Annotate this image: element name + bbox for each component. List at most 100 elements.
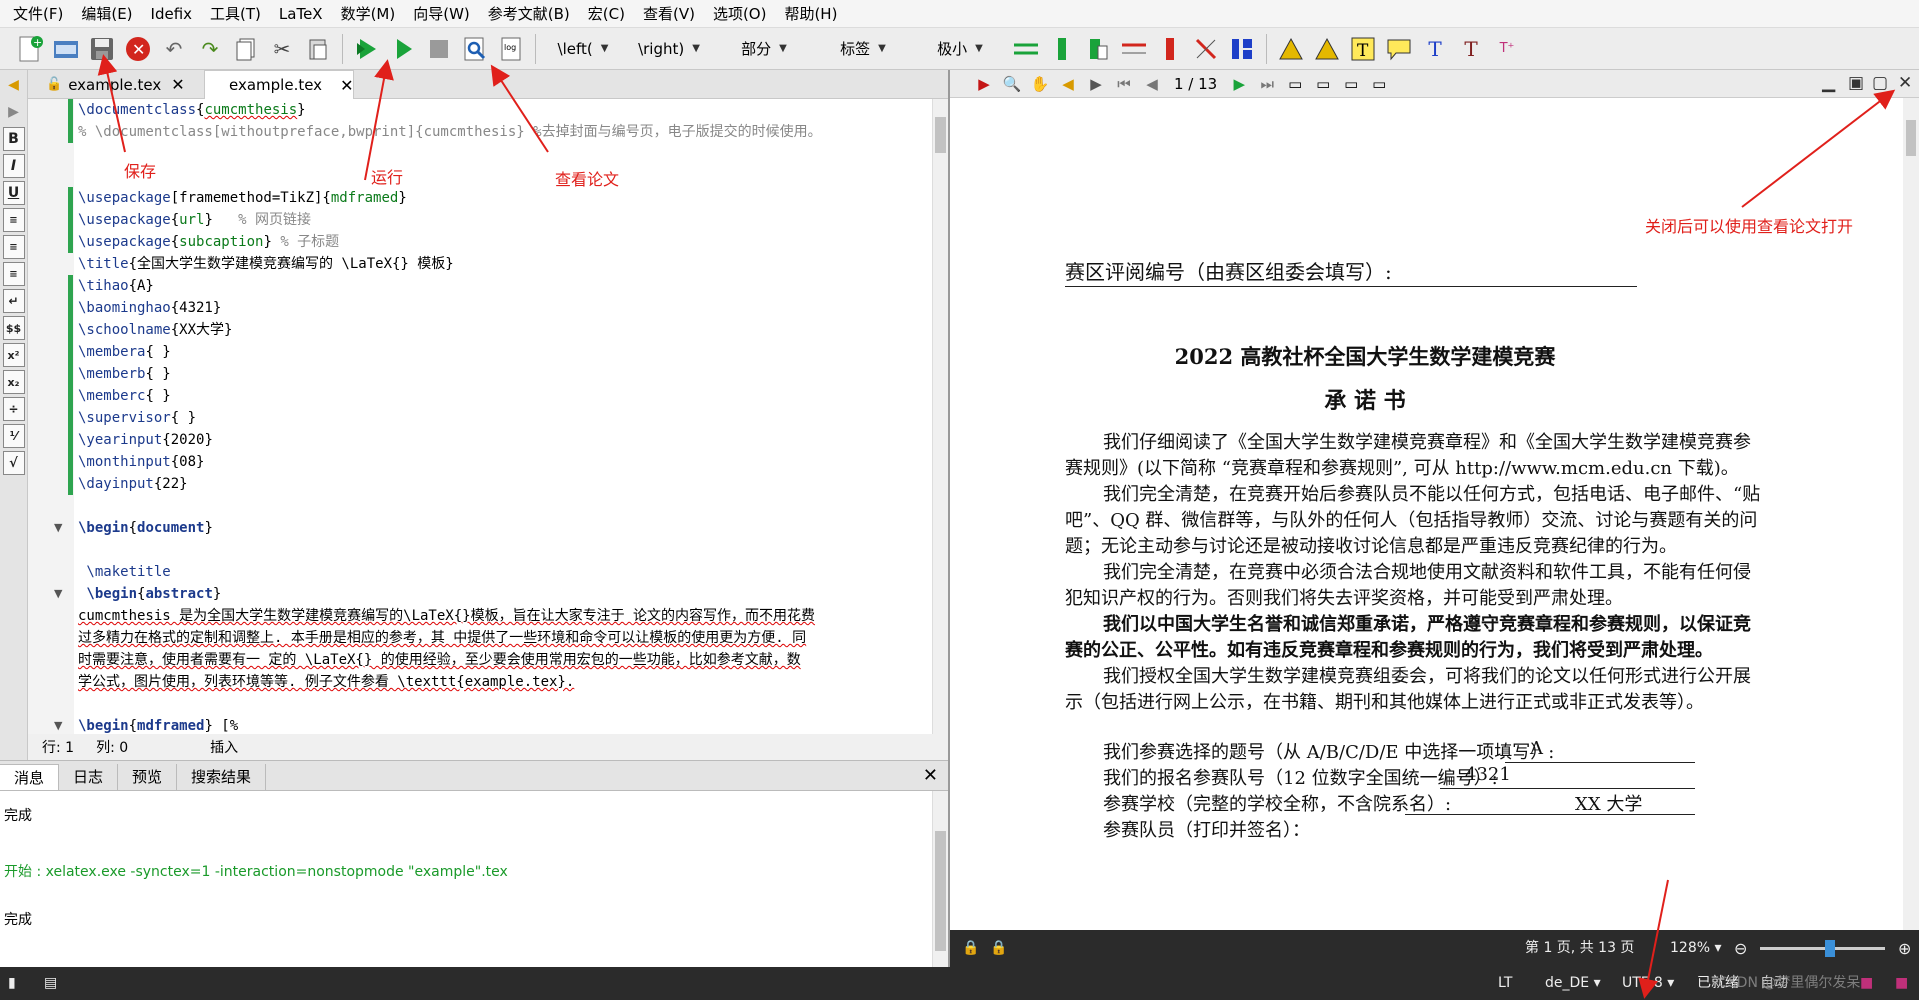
fold-icon[interactable]: ▼	[54, 719, 62, 732]
message-scrollbar[interactable]	[932, 791, 948, 967]
italic-icon[interactable]: I	[2, 154, 25, 178]
math-dollar-icon[interactable]: $$	[2, 316, 25, 340]
fit-page-icon[interactable]: ▭	[1368, 75, 1390, 93]
right-delimiter-combo[interactable]: \right) ▼	[624, 35, 714, 63]
view-pdf-icon[interactable]	[460, 34, 490, 64]
arrow-left-icon[interactable]: ◀	[3, 73, 25, 97]
label-combo[interactable]: 标签 ▼	[814, 35, 912, 63]
superscript-icon[interactable]: x²	[2, 343, 25, 367]
viewer-scrollbar[interactable]	[1903, 98, 1919, 930]
menu-item[interactable]: 工具(T)	[201, 0, 270, 28]
zoom-slider[interactable]	[1760, 947, 1885, 950]
bold-icon[interactable]: B	[2, 127, 25, 151]
save-icon[interactable]	[87, 34, 117, 64]
sync-lock-icon[interactable]: 🔒	[990, 930, 1007, 967]
multicolumn-icon[interactable]	[1227, 34, 1257, 64]
menu-item[interactable]: LaTeX	[270, 0, 332, 28]
sqrt-icon[interactable]: √	[2, 451, 25, 475]
lock-icon[interactable]: 🔒	[962, 930, 979, 967]
stop-icon[interactable]: ✕	[123, 34, 153, 64]
single-page-icon[interactable]: ▭	[1284, 75, 1306, 93]
insert-table-icon[interactable]	[1083, 34, 1113, 64]
align-left-icon[interactable]: ≡	[2, 208, 25, 232]
tab-log[interactable]: 日志	[59, 764, 119, 790]
menu-item[interactable]: 宏(C)	[579, 0, 634, 28]
insert-hline-icon[interactable]	[1011, 34, 1041, 64]
editor-scrollbar[interactable]	[932, 99, 948, 734]
page-indicator[interactable]: 1 / 13	[1174, 75, 1217, 93]
menu-item[interactable]: Idefix	[142, 0, 202, 28]
zoom-dropdown[interactable]: 128% ▾	[1670, 930, 1722, 967]
delete-vline-icon[interactable]	[1155, 34, 1185, 64]
copy-icon[interactable]	[231, 34, 261, 64]
menu-item[interactable]: 数学(M)	[332, 0, 405, 28]
zoom-in-icon[interactable]: ⊕	[1898, 930, 1911, 967]
fold-icon[interactable]: ▼	[54, 587, 62, 600]
zoom-out-icon[interactable]: ⊖	[1734, 930, 1747, 967]
continuous-icon[interactable]: ▭	[1340, 75, 1362, 93]
text-superscript-icon[interactable]: T⁺	[1492, 34, 1522, 64]
insert-vline-icon[interactable]	[1047, 34, 1077, 64]
hand-icon[interactable]: ✋	[1029, 75, 1051, 93]
align-center-icon[interactable]: ≡	[2, 235, 25, 259]
subscript-icon[interactable]: x₂	[2, 370, 25, 394]
tab-search-results[interactable]: 搜索结果	[177, 764, 267, 790]
warning-prev-icon[interactable]	[1276, 34, 1306, 64]
stop-compile-icon[interactable]	[424, 34, 454, 64]
tab-example-tex-1[interactable]: 🔓 example.tex ✕	[38, 70, 186, 99]
typewriter-icon[interactable]: T	[1348, 34, 1378, 64]
new-file-icon[interactable]: +	[15, 34, 45, 64]
redo-icon[interactable]: ↷	[195, 34, 225, 64]
menu-item[interactable]: 参考文献(B)	[479, 0, 579, 28]
undo-icon[interactable]: ↶	[159, 34, 189, 64]
arrow-right-icon[interactable]: ▶	[3, 100, 25, 124]
delete-hline-icon[interactable]	[1119, 34, 1149, 64]
last-page-icon[interactable]: ⏭	[1256, 75, 1278, 93]
menu-item[interactable]: 向导(W)	[404, 0, 479, 28]
minimize-icon[interactable]: ▁	[1822, 73, 1835, 93]
warning-next-icon[interactable]	[1312, 34, 1342, 64]
section-combo[interactable]: 部分 ▼	[714, 35, 814, 63]
build-and-view-icon[interactable]	[352, 34, 382, 64]
tab-messages[interactable]: 消息	[0, 764, 60, 790]
close-icon[interactable]: ✕	[340, 76, 353, 95]
size-combo[interactable]: 极小 ▼	[912, 35, 1008, 63]
menu-item[interactable]: 查看(V)	[634, 0, 704, 28]
cline-icon[interactable]	[1191, 34, 1221, 64]
comment-icon[interactable]	[1384, 34, 1414, 64]
encoding-selector[interactable]: UTF-8 ▾	[1622, 967, 1674, 1000]
menu-item[interactable]: 选项(O)	[704, 0, 776, 28]
pdf-icon[interactable]: ▶	[973, 75, 995, 93]
text-dark-icon[interactable]: T	[1456, 34, 1486, 64]
newline-icon[interactable]: ↵	[2, 289, 25, 313]
menu-item[interactable]: 文件(F)	[4, 0, 72, 28]
language-tool-indicator[interactable]: LT	[1498, 967, 1512, 1000]
close-viewer-icon[interactable]: ✕	[1898, 73, 1912, 93]
forward-icon[interactable]: ▶	[1228, 75, 1250, 93]
text-blue-icon[interactable]: T	[1420, 34, 1450, 64]
close-icon[interactable]: ✕	[171, 75, 184, 94]
align-right-icon[interactable]: ≡	[2, 262, 25, 286]
search-icon[interactable]: 🔍	[1001, 75, 1023, 93]
tab-preview[interactable]: 预览	[118, 764, 178, 790]
structure-panel-icon[interactable]: ▮	[8, 967, 16, 1000]
restore-icon[interactable]: ▣	[1848, 73, 1864, 93]
fraction-icon[interactable]: ÷	[2, 397, 25, 421]
cut-icon[interactable]: ✂	[267, 34, 297, 64]
two-page-icon[interactable]: ▭	[1312, 75, 1334, 93]
dfrac-icon[interactable]: ⅟	[2, 424, 25, 448]
zoom-slider-handle[interactable]	[1825, 940, 1835, 957]
menu-item[interactable]: 帮助(H)	[775, 0, 846, 28]
left-delimiter-combo[interactable]: \left(▼	[542, 35, 624, 63]
prev-page-icon[interactable]: ◀	[1057, 75, 1079, 93]
code-editor[interactable]: ▼ ▼ ▼ \documentclass{cumcmthesis}% \docu…	[28, 99, 948, 734]
tab-example-tex-2[interactable]: example.tex ✕	[204, 70, 354, 99]
fold-icon[interactable]: ▼	[54, 521, 62, 534]
back-icon[interactable]: ◀	[1141, 75, 1163, 93]
open-file-icon[interactable]	[51, 34, 81, 64]
next-page-icon[interactable]: ▶	[1085, 75, 1107, 93]
paste-icon[interactable]	[303, 34, 333, 64]
maximize-icon[interactable]: ▢	[1872, 73, 1888, 93]
log-icon[interactable]: log	[496, 34, 526, 64]
run-icon[interactable]	[388, 34, 418, 64]
